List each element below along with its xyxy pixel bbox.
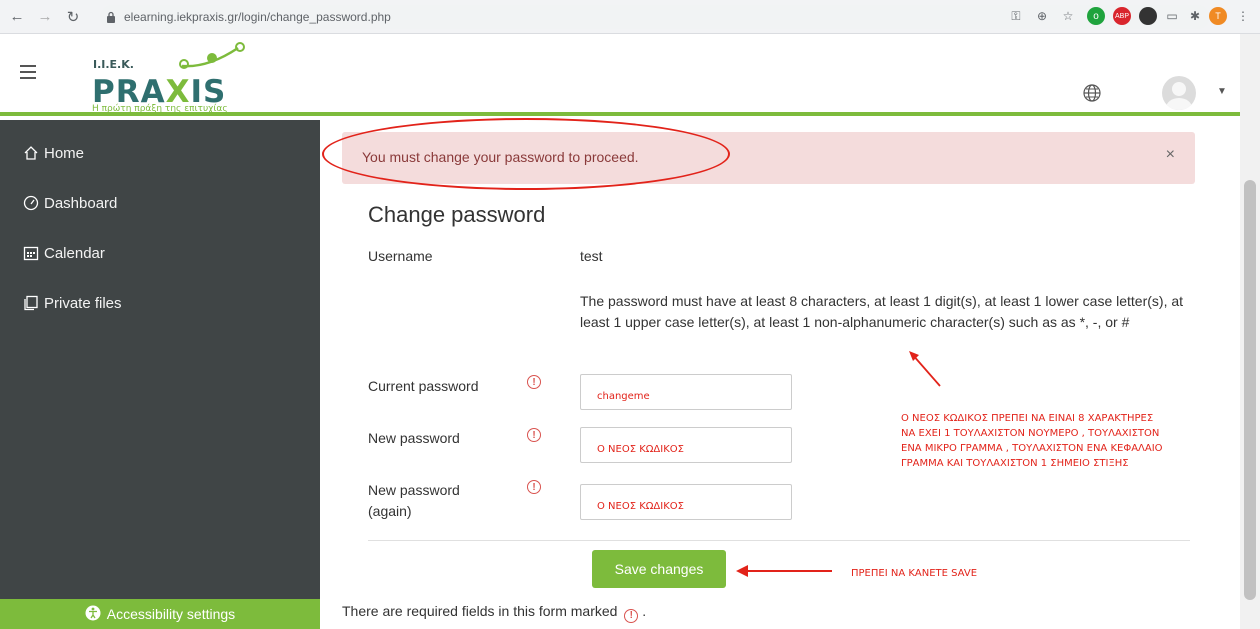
logo-slogan: Η πρώτη πράξη της επιτυχίας bbox=[92, 104, 228, 114]
accessibility-icon bbox=[85, 605, 101, 624]
annotation-arrow-save bbox=[736, 565, 832, 577]
key-icon[interactable]: ⚿ bbox=[1007, 7, 1025, 25]
sidebar-item-label: Home bbox=[44, 144, 85, 162]
annotation-save-note: ΠΡΕΠΕΙ ΝΑ ΚΑΝΕΤΕ SAVE bbox=[851, 568, 978, 579]
annotation-policy-note: Ο ΝΕΟΣ ΚΩΔΙΚΟΣ ΠΡΕΠΕΙ ΝΑ ΕΙΝΑΙ 8 ΧΑΡΑΚΤΗ… bbox=[901, 413, 1163, 469]
new-password-again-field[interactable]: Ο ΝΕΟΣ ΚΩΔΙΚΟΣ bbox=[580, 484, 792, 520]
required-fields-note: There are required fields in this form m… bbox=[342, 603, 647, 623]
sidebar: Home Dashboard Calendar Private files Ac… bbox=[0, 120, 320, 629]
star-icon[interactable]: ☆ bbox=[1059, 7, 1077, 25]
extension-dark-icon[interactable] bbox=[1139, 7, 1157, 25]
password-policy: The password must have at least 8 charac… bbox=[580, 293, 1184, 330]
dashboard-icon bbox=[22, 194, 40, 212]
menu-dots-icon[interactable]: ⋮ bbox=[1234, 7, 1252, 25]
sidebar-item-label: Private files bbox=[44, 294, 122, 312]
puzzle-icon[interactable]: ✱ bbox=[1186, 7, 1204, 25]
new-password-again-label: New password bbox=[368, 482, 460, 498]
screen-cast-icon[interactable]: ▭ bbox=[1163, 7, 1181, 25]
url-text: elearning.iekpraxis.gr/login/change_pass… bbox=[124, 10, 391, 24]
current-password-field[interactable]: changeme bbox=[580, 374, 792, 410]
files-icon bbox=[22, 294, 40, 312]
close-icon[interactable]: × bbox=[1166, 146, 1175, 164]
home-icon bbox=[22, 144, 40, 162]
new-password-label: New password bbox=[368, 430, 460, 446]
chevron-down-icon[interactable]: ▼ bbox=[1217, 86, 1227, 97]
username-label: Username bbox=[368, 248, 433, 264]
calendar-icon bbox=[22, 244, 40, 262]
browser-toolbar: ← → ↻ elearning.iekpraxis.gr/login/chang… bbox=[0, 0, 1260, 34]
required-icon: ! bbox=[527, 375, 541, 389]
accessibility-label: Accessibility settings bbox=[106, 606, 236, 622]
lock-icon bbox=[106, 11, 118, 23]
username-value: test bbox=[580, 248, 603, 264]
save-changes-button[interactable]: Save changes bbox=[592, 550, 726, 588]
new-password-again-label-suffix: (again) bbox=[368, 503, 412, 519]
sidebar-item-home[interactable]: Home bbox=[0, 128, 320, 178]
required-icon: ! bbox=[527, 428, 541, 442]
language-globe-icon[interactable] bbox=[1082, 83, 1102, 103]
site-logo[interactable]: I.I.E.K. PRAXIS Η πρώτη πράξη της επιτυχ… bbox=[78, 40, 268, 114]
extension-green-icon[interactable]: o bbox=[1087, 7, 1105, 25]
main-content: You must change your password to proceed… bbox=[320, 118, 1240, 629]
adblock-icon[interactable]: ABP bbox=[1113, 7, 1131, 25]
profile-icon[interactable]: T bbox=[1209, 7, 1227, 25]
required-icon: ! bbox=[527, 480, 541, 494]
page-title: Change password bbox=[368, 202, 546, 227]
sidebar-item-dashboard[interactable]: Dashboard bbox=[0, 178, 320, 228]
scrollbar-thumb[interactable] bbox=[1244, 180, 1256, 600]
site-header: I.I.E.K. PRAXIS Η πρώτη πράξη της επιτυχ… bbox=[0, 34, 1260, 116]
required-icon: ! bbox=[624, 608, 639, 623]
sidebar-item-calendar[interactable]: Calendar bbox=[0, 228, 320, 278]
user-avatar[interactable] bbox=[1162, 76, 1196, 110]
logo-institute: I.I.E.K. bbox=[93, 58, 134, 71]
sidebar-item-label: Dashboard bbox=[44, 194, 118, 212]
annotation-ellipse bbox=[322, 118, 730, 190]
forward-icon[interactable]: → bbox=[34, 6, 56, 28]
accessibility-settings-button[interactable]: Accessibility settings bbox=[0, 599, 320, 629]
annotation-arrow-policy bbox=[909, 351, 941, 387]
new-password-field[interactable]: Ο ΝΕΟΣ ΚΩΔΙΚΟΣ bbox=[580, 427, 792, 463]
form-divider bbox=[368, 540, 1190, 541]
zoom-icon[interactable]: ⊕ bbox=[1033, 7, 1051, 25]
reload-icon[interactable]: ↻ bbox=[62, 6, 84, 28]
current-password-label: Current password bbox=[368, 378, 479, 394]
sidebar-item-label: Calendar bbox=[44, 244, 105, 262]
sidebar-item-private-files[interactable]: Private files bbox=[0, 278, 320, 328]
hamburger-menu-icon[interactable] bbox=[20, 65, 36, 79]
back-icon[interactable]: ← bbox=[6, 6, 28, 28]
